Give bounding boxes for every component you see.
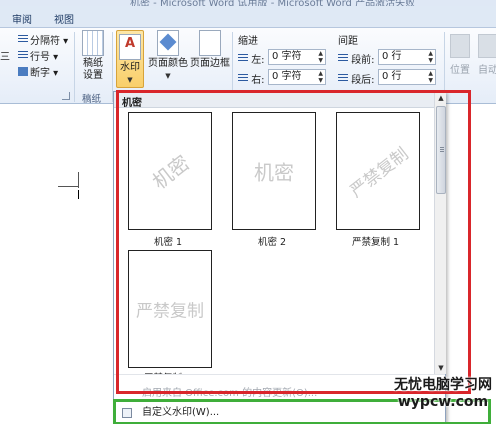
- spacing-before-icon: [338, 54, 348, 63]
- wrap-text-button[interactable]: 自动: [476, 34, 496, 76]
- watermark-button[interactable]: A 水印 ▼: [116, 30, 144, 88]
- page-border-button[interactable]: 页面边框: [190, 30, 230, 70]
- wrap-text-label: 自动: [478, 65, 496, 76]
- site-url: wypcw.com: [397, 394, 489, 410]
- draft-paper-icon: [82, 30, 104, 56]
- breaks-button[interactable]: 分隔符 ▾: [18, 32, 68, 47]
- crop-mark: [78, 172, 79, 188]
- chevron-down-icon: ▼: [165, 72, 171, 80]
- spinner-arrows-icon[interactable]: ▲ ▼: [318, 70, 323, 84]
- indent-left-field[interactable]: 0 字符 ▲ ▼: [268, 49, 326, 65]
- position-label: 位置: [450, 65, 470, 76]
- position-icon: [450, 34, 470, 58]
- wrap-text-icon: [478, 34, 496, 58]
- spacing-before-value: 0 行: [382, 51, 402, 62]
- watermark-icon: A: [119, 34, 141, 60]
- spinner-arrows-icon[interactable]: ▲ ▼: [428, 70, 433, 84]
- site-watermark: 无忧电脑学习网 wypcw.com: [394, 374, 492, 410]
- breaks-label: 分隔符 ▾: [30, 36, 69, 47]
- group-divider: [74, 32, 75, 102]
- spacing-after-label: 段后:: [338, 71, 375, 86]
- watermark-label: 水印: [120, 62, 140, 73]
- page-color-label: 页面颜色: [148, 58, 188, 69]
- paint-bucket-icon: [157, 30, 179, 56]
- breaks-icon: [18, 35, 28, 44]
- line-numbers-icon: [18, 51, 28, 60]
- page-color-button[interactable]: 页面颜色 ▼: [148, 30, 188, 82]
- indent-right-label: 右:: [238, 71, 265, 86]
- draft-paper-label-2: 设置: [83, 70, 103, 81]
- spacing-before-label: 段前:: [338, 51, 375, 66]
- hyphenation-label: 断字 ▾: [30, 68, 59, 79]
- tab-review[interactable]: 审阅: [12, 11, 32, 26]
- indent-right-icon: [238, 74, 248, 83]
- draft-paper-button[interactable]: 稿纸 设置: [78, 30, 108, 82]
- hyphenation-icon: [18, 67, 28, 76]
- page-border-label: 页面边框: [190, 58, 230, 69]
- spinner-arrows-icon[interactable]: ▲ ▼: [428, 50, 433, 64]
- spacing-after-field[interactable]: 0 行 ▲ ▼: [378, 69, 436, 85]
- ribbon-stub-label: 三: [0, 52, 10, 63]
- crop-mark: [58, 186, 78, 187]
- spacing-before-field[interactable]: 0 行 ▲ ▼: [378, 49, 436, 65]
- indent-left-value: 0 字符: [272, 51, 302, 62]
- gallery-highlight-box: [116, 90, 471, 394]
- indent-right-field[interactable]: 0 字符 ▲ ▼: [268, 69, 326, 85]
- indent-left-icon: [238, 54, 248, 63]
- hyphenation-button[interactable]: 断字 ▾: [18, 64, 58, 79]
- draft-paper-label-1: 稿纸: [83, 58, 103, 69]
- text-cursor: [78, 190, 79, 199]
- page-border-icon: [199, 30, 221, 56]
- indent-title: 缩进: [238, 36, 258, 47]
- spinner-arrows-icon[interactable]: ▲ ▼: [318, 50, 323, 64]
- spacing-after-icon: [338, 74, 348, 83]
- word-window: 机密 - Microsoft Word 试用版 - Microsoft Word…: [0, 0, 496, 424]
- page-setup-launcher-icon[interactable]: [62, 92, 70, 100]
- chevron-down-icon: ▼: [127, 76, 133, 84]
- indent-left-label: 左:: [238, 51, 265, 66]
- line-numbers-label: 行号 ▾: [30, 52, 59, 63]
- ribbon-tabs: 审阅 视图: [0, 6, 496, 28]
- tab-view[interactable]: 视图: [54, 11, 74, 26]
- line-numbers-button[interactable]: 行号 ▾: [18, 48, 58, 63]
- position-button[interactable]: 位置: [448, 34, 472, 76]
- site-name: 无忧电脑学习网: [394, 377, 492, 393]
- indent-right-value: 0 字符: [272, 71, 302, 82]
- spacing-title: 间距: [338, 36, 358, 47]
- draft-group-label: 稿纸: [82, 94, 102, 105]
- spacing-after-value: 0 行: [382, 71, 402, 82]
